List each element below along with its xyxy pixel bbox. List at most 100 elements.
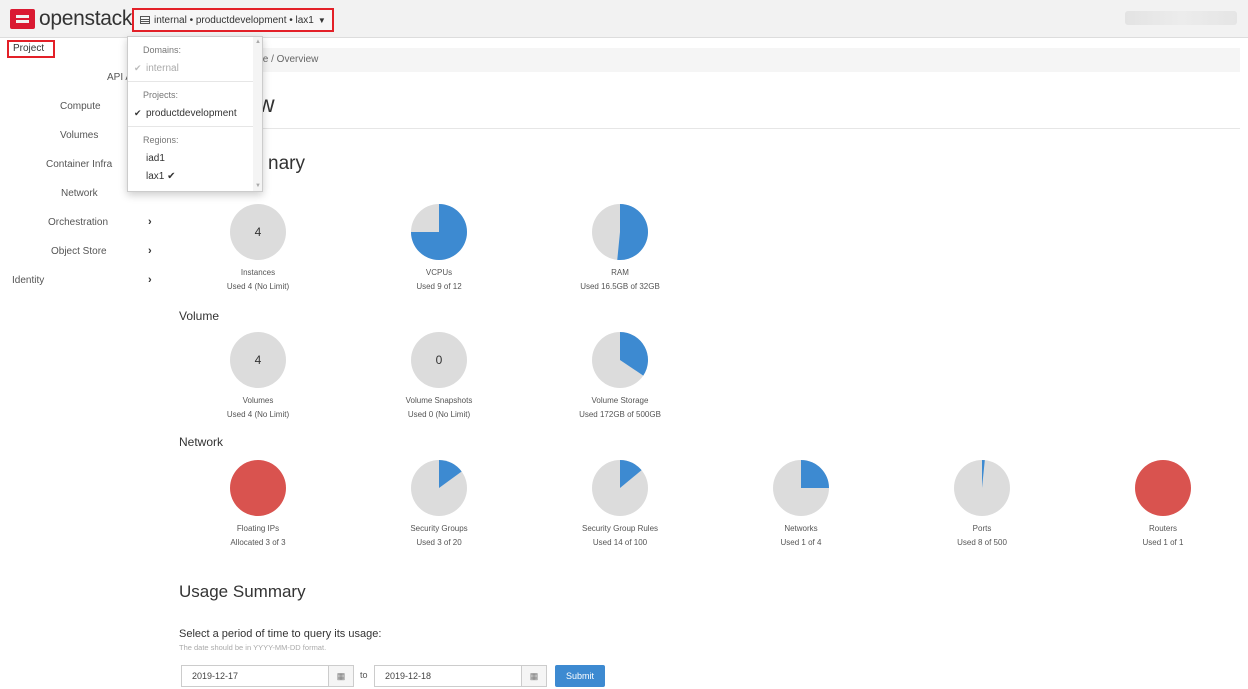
- brand-name: openstack.: [39, 7, 138, 30]
- pie-chart: [411, 460, 467, 516]
- domain-item-internal[interactable]: internal: [146, 63, 179, 74]
- limit-usage-text: Allocated 3 of 3: [230, 538, 286, 547]
- dropdown-scrollbar[interactable]: ▲ ▼: [253, 37, 262, 191]
- checkmark-icon: ✔: [134, 108, 142, 118]
- pie-chart: [773, 460, 829, 516]
- limit-usage-text: Used 172GB of 500GB: [579, 410, 661, 419]
- limit-usage-text: Used 4 (No Limit): [226, 410, 290, 419]
- sidebar-item-volumes[interactable]: Volumes: [60, 130, 98, 141]
- pie-count: 4: [255, 225, 262, 239]
- sidebar-item-orchestration[interactable]: Orchestration: [48, 217, 108, 228]
- breadcrumb-bar: te / Overview: [175, 48, 1240, 72]
- pie-count: 4: [255, 353, 262, 367]
- network-group-label: Network: [179, 435, 224, 449]
- breadcrumb: te / Overview: [260, 54, 319, 65]
- pie-chart: [592, 204, 648, 260]
- chevron-right-icon: ›: [148, 216, 152, 228]
- pie-chart: [592, 460, 648, 516]
- sidebar-item-compute[interactable]: Compute: [60, 101, 101, 112]
- limit-title: Security Group Rules: [581, 524, 659, 533]
- project-context-selector[interactable]: internal • productdevelopment • lax1 ▼: [132, 8, 334, 32]
- divider: [175, 128, 1240, 129]
- pie-chart: [411, 204, 467, 260]
- end-date-input[interactable]: 2019-12-18: [374, 665, 524, 687]
- volume-group-label: Volume: [179, 309, 220, 323]
- limit-title: RAM: [611, 268, 629, 277]
- usage-summary-title: Usage Summary: [179, 582, 306, 601]
- limit-title: Floating IPs: [236, 524, 280, 533]
- top-navbar: openstack. internal • productdevelopment…: [0, 0, 1248, 38]
- limit-title: Ports: [972, 524, 992, 533]
- limit-title: Networks: [784, 524, 818, 533]
- pie-chart: 4: [230, 332, 286, 388]
- pie-chart: [954, 460, 1010, 516]
- sidebar-item-identity[interactable]: Identity: [12, 275, 44, 286]
- limit-networks: Networks Used 1 of 4: [736, 459, 866, 547]
- submit-button[interactable]: Submit: [555, 665, 605, 687]
- limit-security-group-rules: Security Group Rules Used 14 of 100: [555, 459, 685, 547]
- limit-ports: Ports Used 8 of 500: [917, 459, 1047, 547]
- limit-title: Routers: [1148, 524, 1177, 533]
- date-range-to-label: to: [360, 670, 368, 680]
- calendar-icon[interactable]: ▦: [328, 665, 354, 687]
- context-label: internal • productdevelopment • lax1: [154, 14, 314, 26]
- domains-header: Domains:: [143, 45, 182, 55]
- openstack-logo[interactable]: openstack.: [10, 6, 138, 32]
- limit-usage-text: Used 14 of 100: [592, 538, 648, 547]
- limit-usage-text: Used 1 of 4: [780, 538, 822, 547]
- region-item-iad1[interactable]: iad1: [146, 153, 165, 164]
- sidebar-item-network[interactable]: Network: [61, 188, 98, 199]
- limit-usage-text: Used 16.5GB of 32GB: [580, 282, 660, 291]
- limit-instances: 4 Instances Used 4 (No Limit): [193, 203, 323, 291]
- pie-chart: [592, 332, 648, 388]
- user-menu[interactable]: [1125, 11, 1237, 25]
- divider: [128, 126, 255, 127]
- limit-usage-text: Used 3 of 20: [416, 538, 462, 547]
- limit-usage-text: Used 4 (No Limit): [226, 282, 290, 291]
- limit-title: Instances: [240, 268, 276, 277]
- calendar-icon[interactable]: ▦: [521, 665, 547, 687]
- sidebar-item-project[interactable]: Project: [7, 40, 55, 58]
- context-list-icon: [140, 16, 150, 24]
- limit-security-groups: Security Groups Used 3 of 20: [374, 459, 504, 547]
- divider: [128, 81, 255, 82]
- project-item-productdevelopment[interactable]: productdevelopment: [146, 108, 237, 119]
- pie-background: [230, 460, 286, 516]
- pie-chart: [230, 460, 286, 516]
- limit-ram: RAM Used 16.5GB of 32GB: [555, 203, 685, 291]
- usage-date-help: The date should be in YYYY-MM-DD format.: [179, 643, 327, 652]
- limit-usage-text: Used 9 of 12: [416, 282, 462, 291]
- pie-count: 0: [436, 353, 443, 367]
- limit-volumes: 4 Volumes Used 4 (No Limit): [193, 331, 323, 419]
- pie-background: [1135, 460, 1191, 516]
- limit-title: Security Groups: [410, 524, 468, 533]
- chevron-right-icon: ›: [148, 245, 152, 257]
- sidebar-item-object-store[interactable]: Object Store: [51, 246, 107, 257]
- scroll-up-icon: ▲: [255, 39, 261, 45]
- limit-volume-storage: Volume Storage Used 172GB of 500GB: [555, 331, 685, 419]
- scroll-down-icon: ▼: [255, 183, 261, 189]
- limit-volume-snapshots: 0 Volume Snapshots Used 0 (No Limit): [374, 331, 504, 419]
- limit-summary-title: nary: [268, 153, 305, 174]
- limit-usage-text: Used 1 of 1: [1142, 538, 1184, 547]
- limit-title: Volume Storage: [591, 396, 649, 405]
- limit-floating-ips: Floating IPs Allocated 3 of 3: [193, 459, 323, 547]
- pie-chart: 0: [411, 332, 467, 388]
- project-context-dropdown: Domains: ✔ internal Projects: ✔ productd…: [127, 36, 263, 192]
- openstack-logo-icon: [10, 9, 35, 29]
- limit-title: VCPUs: [425, 268, 453, 277]
- regions-header: Regions:: [143, 135, 179, 145]
- checkmark-icon: ✔: [134, 63, 142, 73]
- start-date-input[interactable]: 2019-12-17: [181, 665, 331, 687]
- projects-header: Projects:: [143, 90, 179, 100]
- checkmark-icon: ✔: [167, 171, 176, 182]
- limit-usage-text: Used 8 of 500: [957, 538, 1007, 547]
- usage-period-label: Select a period of time to query its usa…: [179, 628, 382, 640]
- pie-used-slice: [801, 460, 829, 488]
- chevron-right-icon: ›: [148, 274, 152, 286]
- region-item-lax1[interactable]: lax1 ✔: [146, 171, 176, 182]
- sidebar-item-container-infra[interactable]: Container Infra: [46, 159, 112, 170]
- limit-title: Volume Snapshots: [405, 396, 473, 405]
- limit-title: Volumes: [242, 396, 274, 405]
- limit-routers: Routers Used 1 of 1: [1098, 459, 1228, 547]
